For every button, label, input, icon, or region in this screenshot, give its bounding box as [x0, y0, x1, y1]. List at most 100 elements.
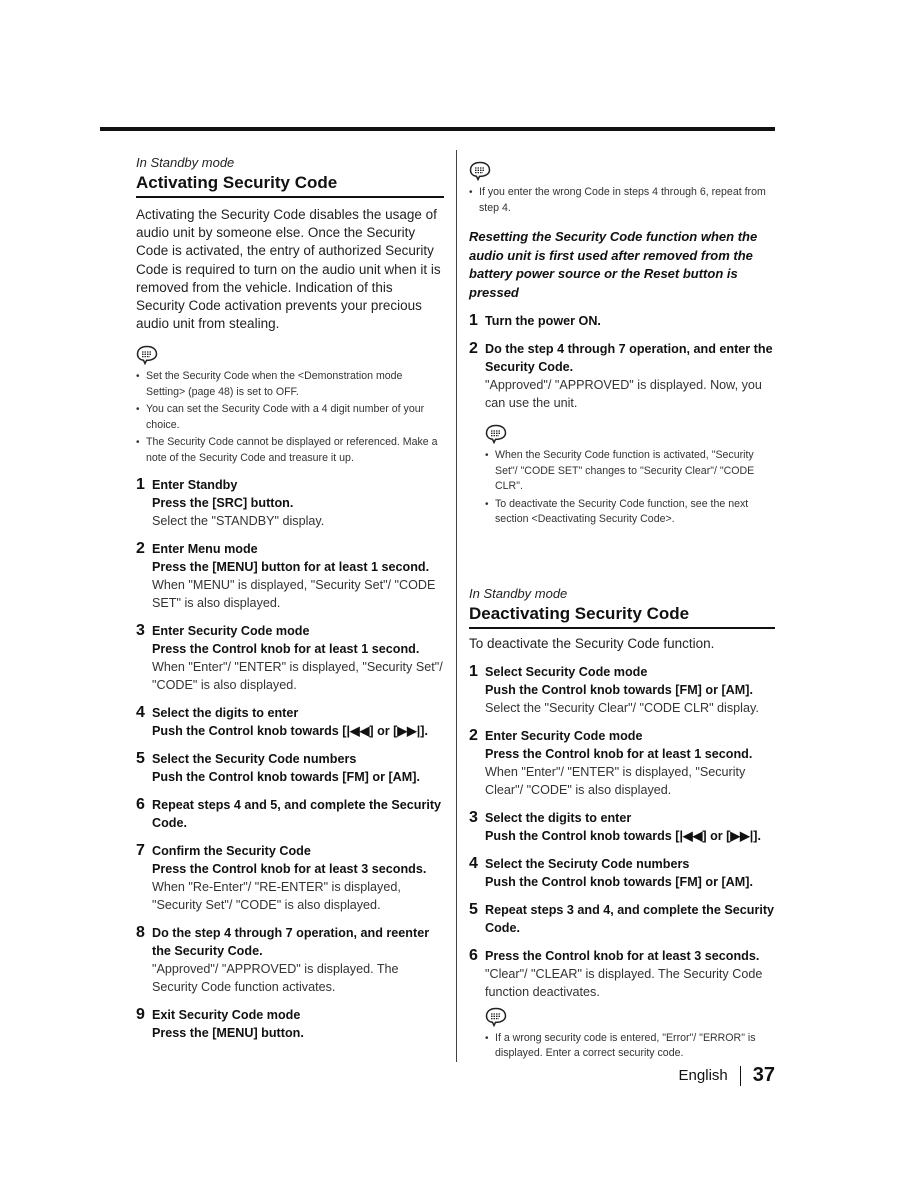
note-list: If a wrong security code is entered, "Er…	[485, 1031, 775, 1062]
step-action: Press the Control knob for at least 3 se…	[152, 862, 427, 877]
note-list: If you enter the wrong Code in steps 4 t…	[469, 185, 775, 216]
step-title: Do the step 4 through 7 operation, and r…	[152, 926, 430, 959]
column-divider	[456, 150, 457, 1062]
step-description: When "MENU" is displayed, "Security Set"…	[152, 578, 436, 611]
step-description: "Approved"/ "APPROVED" is displayed. The…	[152, 962, 399, 995]
footer-separator	[739, 1065, 741, 1086]
note-icon	[485, 424, 507, 444]
step-title: Enter Standby	[152, 478, 238, 493]
steps-list: 1 Enter Standby Press the [SRC] button. Sel…	[136, 476, 444, 1042]
step-number: 1	[136, 476, 145, 494]
step-action: Press the [MENU] button for at least 1 s…	[152, 560, 430, 575]
step-number: 4	[469, 854, 478, 872]
left-column: In Standby mode Activating Security Code…	[136, 155, 444, 1042]
step-number: 2	[136, 540, 145, 558]
step-body: Select the Seciruty Code numbers Push the…	[485, 855, 775, 891]
step-action: Press the Control knob for at least 1 se…	[485, 746, 753, 761]
step-description: Select the "STANDBY" display.	[152, 514, 325, 529]
step-description: Select the "Security Clear"/ "CODE CLR" …	[485, 700, 759, 715]
step-action: Push the Control knob towards [FM] or [A…	[485, 682, 753, 697]
step-body: Enter Security Code mode Press the Contro…	[152, 622, 444, 694]
note-item: Set the Security Code when the <Demonstr…	[136, 369, 444, 400]
step-number: 3	[136, 622, 145, 640]
step-item: 5 Select the Security Code numbers Push th…	[136, 750, 444, 786]
step-title: Enter Security Code mode	[485, 728, 643, 743]
step-title: Repeat steps 4 and 5, and complete the S…	[152, 798, 442, 831]
step-title: Turn the power ON.	[485, 314, 601, 328]
step-action: Push the Control knob towards [FM] or [A…	[152, 770, 420, 785]
step-item: 2 Do the step 4 through 7 operation, and …	[469, 340, 775, 412]
note-list: When the Security Code function is activ…	[485, 448, 775, 528]
step-title: Repeat steps 3 and 4, and complete the S…	[485, 902, 775, 935]
right-column: If you enter the wrong Code in steps 4 t…	[469, 155, 775, 1064]
step-description: "Approved"/ "APPROVED" is displayed. Now…	[485, 378, 762, 410]
step-number: 9	[136, 1006, 145, 1024]
step-item: 9 Exit Security Code mode Press the [MENU]…	[136, 1006, 444, 1042]
step-item: 6 Repeat steps 4 and 5, and complete the …	[136, 796, 444, 832]
step-item: 7 Confirm the Security Code Press the Cont…	[136, 842, 444, 914]
step-item: 6 Press the Control knob for at least 3 s…	[469, 947, 775, 1001]
step-number: 4	[136, 704, 145, 722]
step-body: Enter Security Code mode Press the Contro…	[485, 727, 775, 799]
note-item: When the Security Code function is activ…	[485, 448, 775, 495]
mode-label: In Standby mode	[469, 585, 568, 601]
step-action: Push the Control knob towards [|◀◀] or […	[152, 724, 428, 739]
step-action: Press the [SRC] button.	[152, 496, 294, 511]
step-title: Enter Security Code mode	[152, 624, 310, 639]
step-action: Press the [MENU] button.	[152, 1026, 304, 1041]
step-action: Push the Control knob towards [|◀◀] or […	[485, 828, 761, 843]
step-description: When "Enter"/ "ENTER" is displayed, "Sec…	[152, 660, 443, 693]
step-title: Do the step 4 through 7 operation, and e…	[485, 342, 773, 374]
top-rule	[100, 127, 775, 131]
step-body: Confirm the Security Code Press the Contr…	[152, 842, 444, 914]
note-icon	[136, 346, 158, 366]
step-body: Select the Security Code numbers Push the…	[152, 750, 444, 786]
step-description: "Clear"/ "CLEAR" is displayed. The Secur…	[485, 966, 763, 999]
step-number: 1	[469, 312, 478, 329]
step-item: 5 Repeat steps 3 and 4, and complete the …	[469, 901, 775, 937]
step-item: 1 Enter Standby Press the [SRC] button. Sel…	[136, 476, 444, 530]
reset-subheading: Resetting the Security Code function whe…	[469, 229, 758, 300]
step-title: Select the digits to enter	[152, 706, 299, 721]
step-item: 2 Enter Security Code mode Press the Contr…	[469, 727, 775, 799]
note-icon	[469, 161, 491, 181]
step-action: Push the Control knob towards [FM] or [A…	[485, 874, 753, 889]
step-number: 2	[469, 340, 478, 357]
step-number: 6	[136, 796, 145, 814]
step-number: 7	[136, 842, 145, 860]
step-title: Press the Control knob for at least 3 se…	[485, 948, 760, 963]
step-body: Repeat steps 4 and 5, and complete the S…	[152, 796, 444, 832]
step-title: Select the Seciruty Code numbers	[485, 856, 690, 871]
step-description: When "Re-Enter"/ "RE-ENTER" is displayed…	[152, 880, 401, 913]
step-item: 1 Select Security Code mode Push the Contr…	[469, 663, 775, 717]
step-number: 8	[136, 924, 145, 942]
reset-steps-list: 1 Turn the power ON. 2 Do the step 4 throug…	[469, 312, 775, 412]
step-item: 1 Turn the power ON.	[469, 312, 775, 330]
step-number: 3	[469, 808, 478, 826]
deactivate-section: In Standby mode Deactivating Security Co…	[469, 586, 775, 1062]
step-body: Select the digits to enter Push the Contr…	[152, 704, 444, 740]
note-item: If you enter the wrong Code in steps 4 t…	[469, 185, 775, 216]
step-title: Select the digits to enter	[485, 810, 632, 825]
step-body: Exit Security Code mode Press the [MENU] …	[152, 1006, 444, 1042]
step-number: 5	[469, 900, 478, 918]
footer-language: English	[678, 1067, 728, 1084]
step-body: Turn the power ON.	[485, 312, 775, 330]
note-icon	[485, 1007, 507, 1027]
step-item: 3 Enter Security Code mode Press the Contr…	[136, 622, 444, 694]
intro-paragraph: Activating the Security Code disables th…	[136, 207, 441, 332]
step-action: Press the Control knob for at least 1 se…	[152, 642, 420, 657]
step-body: Repeat steps 3 and 4, and complete the S…	[485, 901, 775, 937]
mode-label: In Standby mode	[136, 155, 235, 170]
step-number: 1	[469, 662, 478, 680]
step-body: Enter Menu mode Press the [MENU] button f…	[152, 540, 444, 612]
step-number: 2	[469, 726, 478, 744]
step-title: Confirm the Security Code	[152, 844, 311, 859]
step-body: Do the step 4 through 7 operation, and r…	[152, 924, 444, 996]
step-body: Select Security Code mode Push the Contro…	[485, 663, 775, 717]
step-title: Enter Menu mode	[152, 542, 258, 557]
step-body: Enter Standby Press the [SRC] button. Sele…	[152, 476, 444, 530]
step-title: Select Security Code mode	[485, 664, 648, 679]
step-title: Exit Security Code mode	[152, 1008, 301, 1023]
step-number: 5	[136, 750, 145, 768]
